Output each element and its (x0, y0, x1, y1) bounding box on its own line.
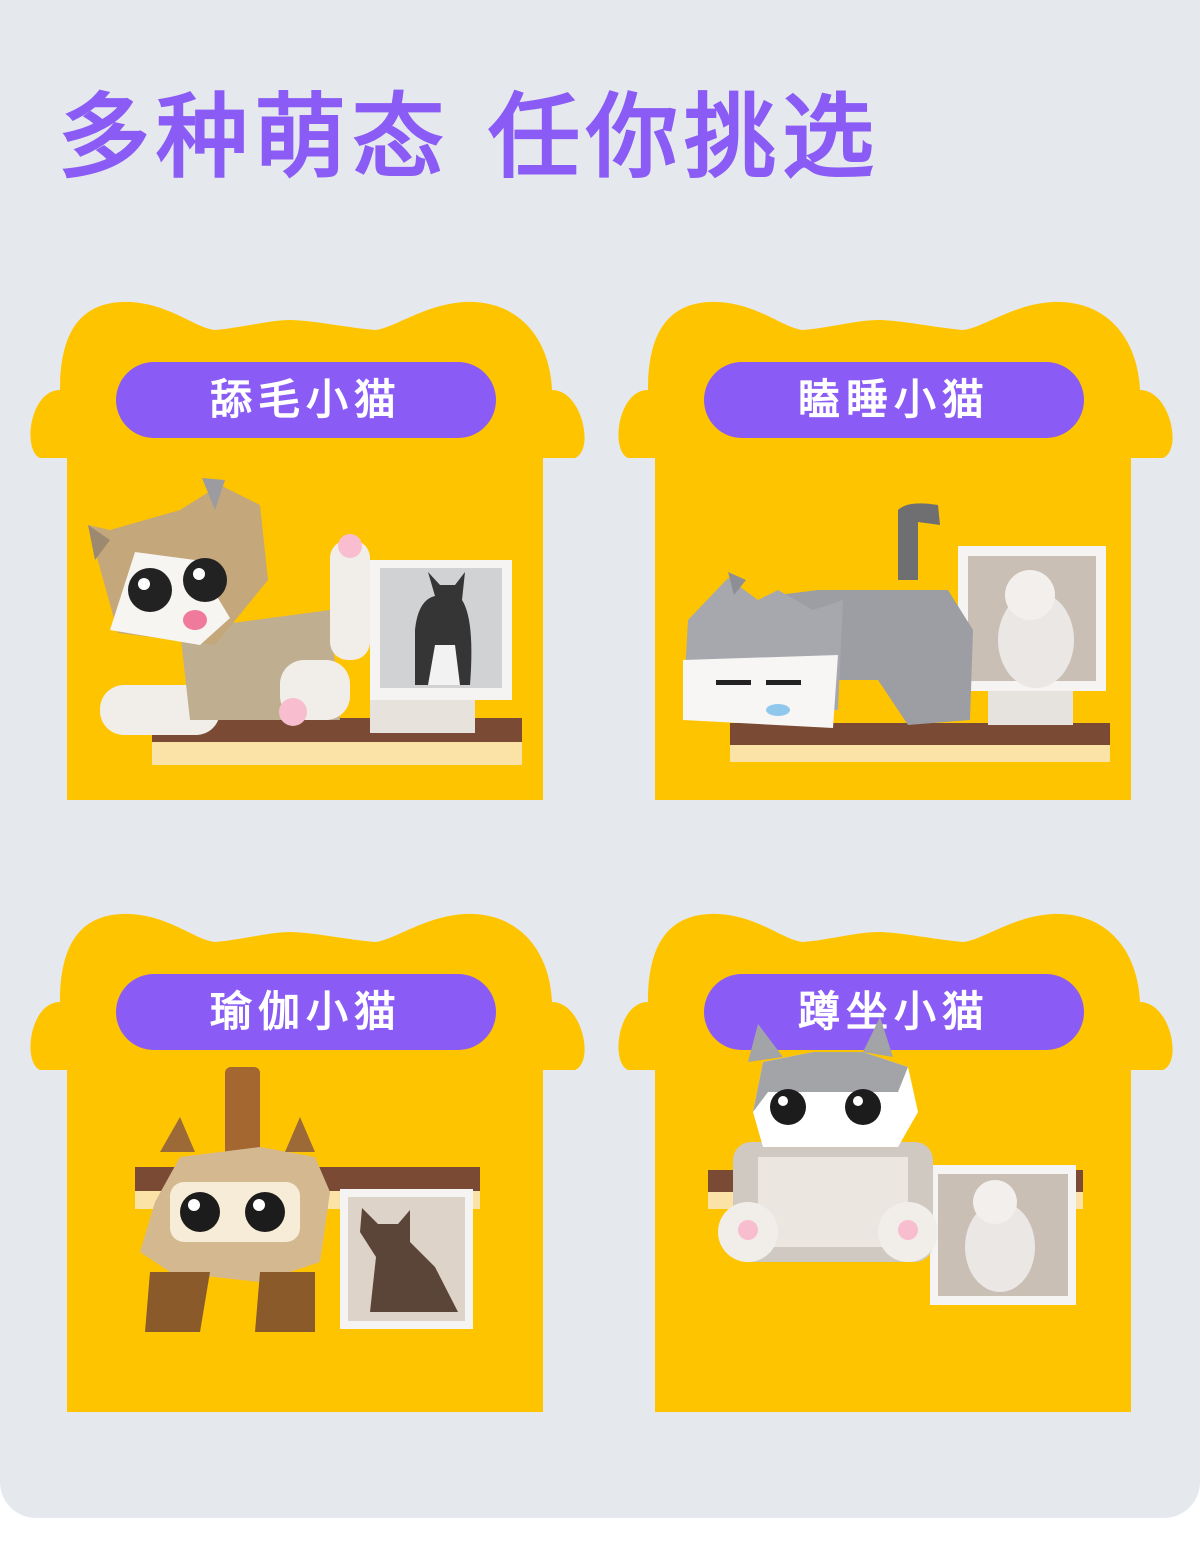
product-card-yoga[interactable]: 瑜伽小猫 (30, 912, 590, 1422)
licking-cat-figure (88, 478, 522, 765)
product-card-sitting[interactable]: 蹲坐小猫 (618, 912, 1178, 1422)
product-card-licking[interactable]: 舔毛小猫 (30, 300, 590, 810)
product-card-sleeping[interactable]: 瞌睡小猫 (618, 300, 1178, 810)
sleeping-cat-figure (683, 503, 1110, 762)
page-title: 多种萌态 任你挑选 (58, 84, 881, 191)
yoga-cat-figure (135, 1067, 480, 1332)
background-panel: 多种萌态 任你挑选 舔毛小猫 瞌睡小猫 瑜伽小猫 蹲坐小猫 (0, 0, 1200, 1518)
sitting-cat-figure (708, 1017, 1083, 1305)
